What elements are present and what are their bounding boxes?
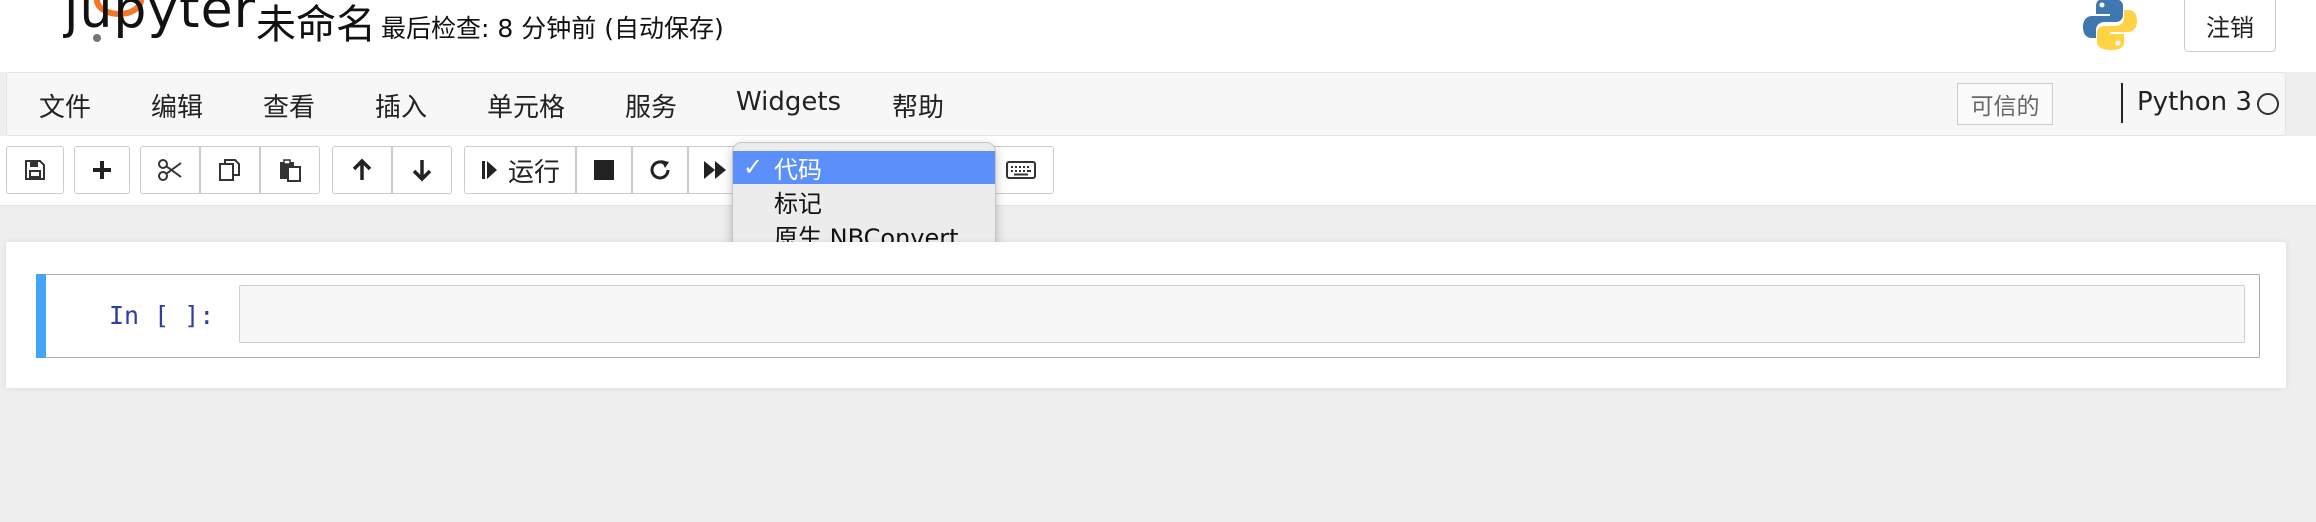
autosave-status: (自动保存): [604, 14, 724, 43]
arrow-down-icon: [412, 160, 432, 182]
menubar: 文件 编辑 查看 插入 单元格 服务 Widgets 帮助 可信的 Python…: [6, 72, 2286, 136]
plus-icon: [93, 161, 111, 179]
kernel-status-icon: [2257, 93, 2279, 115]
command-palette-button[interactable]: [988, 146, 1054, 194]
logout-button[interactable]: 注销: [2184, 0, 2276, 52]
menu-file[interactable]: 文件: [39, 87, 91, 124]
insert-cell-button[interactable]: [74, 146, 130, 194]
run-label: 运行: [507, 157, 560, 188]
checkpoint-status: 最后检查: 8 分钟前 (自动保存): [381, 9, 724, 45]
save-icon: [25, 160, 45, 180]
selected-cell-indicator: [36, 274, 46, 358]
checkmark-icon: ✓: [743, 153, 764, 181]
fast-forward-icon: [704, 161, 726, 179]
header: jupyter 未命名 最后检查: 8 分钟前 (自动保存) 注销: [0, 0, 2316, 72]
toolbar: 运行: [0, 136, 2316, 206]
menu-view[interactable]: 查看: [263, 87, 315, 124]
checkpoint-label: 最后检查: 8 分钟前: [381, 14, 597, 43]
logo-text[interactable]: jupyter: [64, 0, 256, 40]
notebook-container: In [ ]:: [6, 242, 2286, 388]
menu-insert[interactable]: 插入: [375, 87, 427, 124]
menu-help[interactable]: 帮助: [892, 87, 944, 124]
trusted-indicator[interactable]: 可信的: [1957, 83, 2053, 125]
arrow-up-icon: [352, 158, 372, 180]
restart-button[interactable]: [632, 146, 688, 194]
move-up-button[interactable]: [332, 146, 392, 194]
paste-icon: [280, 159, 301, 182]
stop-icon: [594, 160, 614, 180]
scissors-icon: [158, 159, 182, 181]
menu-widgets[interactable]: Widgets: [736, 87, 841, 117]
run-button[interactable]: 运行: [464, 146, 576, 194]
copy-button[interactable]: [200, 146, 260, 194]
cell-type-option-markdown[interactable]: 标记: [733, 185, 995, 218]
save-button[interactable]: [6, 146, 64, 194]
kernel-name[interactable]: Python 3: [2137, 87, 2252, 117]
code-cell[interactable]: In [ ]:: [36, 274, 2260, 358]
move-down-button[interactable]: [392, 146, 452, 194]
notebook-name[interactable]: 未命名: [256, 0, 376, 50]
cut-button[interactable]: [140, 146, 200, 194]
step-forward-icon: [481, 161, 497, 179]
python-icon: [2083, 0, 2137, 50]
kernel-divider: [2121, 83, 2123, 123]
keyboard-icon: [1006, 161, 1036, 179]
code-input[interactable]: [239, 285, 2245, 343]
menu-kernel[interactable]: 服务: [625, 87, 677, 124]
interrupt-button[interactable]: [576, 146, 632, 194]
cell-type-option-code[interactable]: ✓ 代码: [733, 151, 995, 184]
copy-icon: [219, 159, 240, 181]
input-prompt: In [ ]:: [109, 301, 215, 330]
paste-button[interactable]: [260, 146, 320, 194]
restart-icon: [650, 160, 670, 180]
menu-cell[interactable]: 单元格: [487, 87, 565, 124]
menu-edit[interactable]: 编辑: [151, 87, 203, 124]
option-label: 代码: [774, 156, 822, 184]
